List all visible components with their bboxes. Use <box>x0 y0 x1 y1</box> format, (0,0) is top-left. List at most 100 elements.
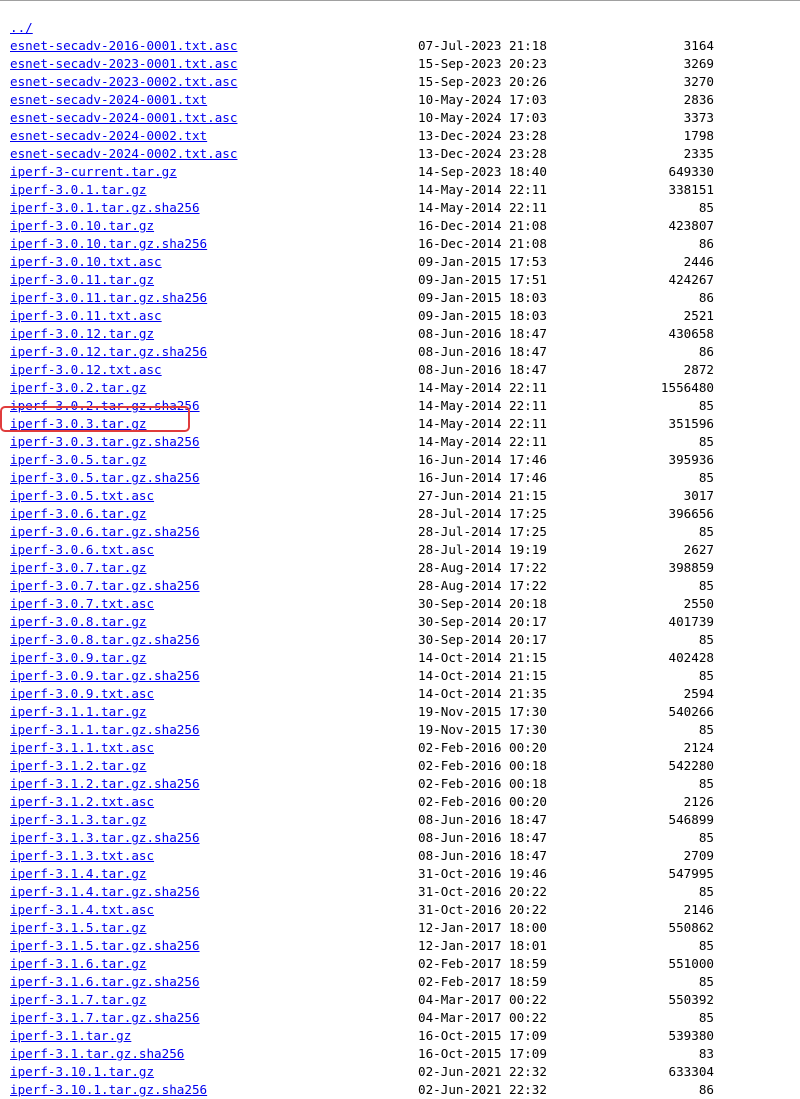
file-date: 19-Nov-2015 17:30 <box>418 722 547 737</box>
file-link[interactable]: iperf-3.0.2.tar.gz <box>10 379 146 397</box>
file-date: 28-Jul-2014 17:25 <box>418 506 547 521</box>
file-size: 550862 <box>668 920 715 935</box>
file-link[interactable]: iperf-3.1.3.txt.asc <box>10 847 154 865</box>
file-link[interactable]: iperf-3.0.3.tar.gz.sha256 <box>10 433 200 451</box>
file-link[interactable]: iperf-3.1.1.tar.gz.sha256 <box>10 721 200 739</box>
file-link[interactable]: iperf-3.1.tar.gz.sha256 <box>10 1045 184 1063</box>
file-link[interactable]: iperf-3.0.1.tar.gz.sha256 <box>10 199 200 217</box>
file-link[interactable]: iperf-3.0.12.tar.gz <box>10 325 154 343</box>
file-date: 08-Jun-2016 18:47 <box>418 362 547 377</box>
file-link[interactable]: iperf-3.0.11.tar.gz.sha256 <box>10 289 207 307</box>
file-link[interactable]: iperf-3.0.7.tar.gz.sha256 <box>10 577 200 595</box>
file-link[interactable]: esnet-secadv-2024-0002.txt <box>10 127 207 145</box>
file-link[interactable]: iperf-3.10.1.tar.gz <box>10 1063 154 1081</box>
file-row: iperf-3.0.6.tar.gz.sha256 28-Jul-2014 17:… <box>10 523 800 541</box>
file-link[interactable]: iperf-3.0.8.tar.gz <box>10 613 146 631</box>
file-link[interactable]: iperf-3.1.3.tar.gz.sha256 <box>10 829 200 847</box>
file-link[interactable]: iperf-3.1.3.tar.gz <box>10 811 146 829</box>
file-date: 02-Feb-2017 18:59 <box>418 974 547 989</box>
file-link[interactable]: iperf-3.1.tar.gz <box>10 1027 131 1045</box>
file-link[interactable]: iperf-3.0.6.tar.gz <box>10 505 146 523</box>
file-link[interactable]: iperf-3.0.10.tar.gz.sha256 <box>10 235 207 253</box>
file-link[interactable]: iperf-3.10.1.tar.gz.sha256 <box>10 1081 207 1099</box>
file-link[interactable]: esnet-secadv-2023-0002.txt.asc <box>10 73 237 91</box>
file-link[interactable]: iperf-3.1.1.tar.gz <box>10 703 146 721</box>
file-link[interactable]: iperf-3.0.12.txt.asc <box>10 361 162 379</box>
file-size: 1798 <box>683 128 714 143</box>
file-link[interactable]: esnet-secadv-2023-0001.txt.asc <box>10 55 237 73</box>
file-link[interactable]: iperf-3.0.8.tar.gz.sha256 <box>10 631 200 649</box>
parent-directory-row: ../ <box>10 19 800 37</box>
file-link[interactable]: iperf-3.1.5.tar.gz.sha256 <box>10 937 200 955</box>
file-size: 85 <box>698 668 714 683</box>
file-link[interactable]: iperf-3.0.5.txt.asc <box>10 487 154 505</box>
file-row: esnet-secadv-2024-0002.txt.asc 13-Dec-202… <box>10 145 800 163</box>
file-link[interactable]: iperf-3.1.2.txt.asc <box>10 793 154 811</box>
file-row: iperf-3.0.11.txt.asc 09-Jan-2015 18:03 252… <box>10 307 800 325</box>
file-link[interactable]: esnet-secadv-2016-0001.txt.asc <box>10 37 237 55</box>
file-date: 14-Oct-2014 21:35 <box>418 686 547 701</box>
file-size: 85 <box>698 434 714 449</box>
file-link[interactable]: iperf-3.1.4.tar.gz <box>10 865 146 883</box>
file-link[interactable]: iperf-3.0.9.tar.gz <box>10 649 146 667</box>
file-date: 28-Jul-2014 19:19 <box>418 542 547 557</box>
file-link[interactable]: esnet-secadv-2024-0001.txt.asc <box>10 109 237 127</box>
file-date: 02-Feb-2016 00:18 <box>418 758 547 773</box>
file-link[interactable]: iperf-3.0.6.tar.gz.sha256 <box>10 523 200 541</box>
file-link[interactable]: iperf-3.0.9.tar.gz.sha256 <box>10 667 200 685</box>
file-link[interactable]: iperf-3.0.10.txt.asc <box>10 253 162 271</box>
file-link[interactable]: iperf-3.1.4.txt.asc <box>10 901 154 919</box>
file-date: 08-Jun-2016 18:47 <box>418 326 547 341</box>
file-link[interactable]: iperf-3.1.4.tar.gz.sha256 <box>10 883 200 901</box>
file-link[interactable]: iperf-3.0.6.txt.asc <box>10 541 154 559</box>
parent-directory-link[interactable]: ../ <box>10 19 33 37</box>
file-link[interactable]: iperf-3.0.1.tar.gz <box>10 181 146 199</box>
file-link[interactable]: iperf-3.1.1.txt.asc <box>10 739 154 757</box>
file-link[interactable]: iperf-3.1.2.tar.gz.sha256 <box>10 775 200 793</box>
file-date: 13-Dec-2024 23:28 <box>418 146 547 161</box>
file-size: 430658 <box>668 326 715 341</box>
file-link[interactable]: iperf-3.1.5.tar.gz <box>10 919 146 937</box>
file-size: 338151 <box>668 182 715 197</box>
file-link[interactable]: iperf-3.0.11.tar.gz <box>10 271 154 289</box>
file-link[interactable]: iperf-3.0.9.txt.asc <box>10 685 154 703</box>
file-link[interactable]: iperf-3.1.6.tar.gz <box>10 955 146 973</box>
file-link[interactable]: iperf-3-current.tar.gz <box>10 163 177 181</box>
file-row: iperf-3.1.4.txt.asc 31-Oct-2016 20:22 2146 <box>10 901 800 919</box>
file-row: iperf-3.0.6.tar.gz 28-Jul-2014 17:25 39665… <box>10 505 800 523</box>
file-row: iperf-3.1.1.tar.gz.sha256 19-Nov-2015 17:… <box>10 721 800 739</box>
file-size: 3373 <box>683 110 714 125</box>
file-date: 08-Jun-2016 18:47 <box>418 812 547 827</box>
file-row: iperf-3.1.7.tar.gz.sha256 04-Mar-2017 00:… <box>10 1009 800 1027</box>
file-link[interactable]: iperf-3.0.10.tar.gz <box>10 217 154 235</box>
file-size: 85 <box>698 722 714 737</box>
file-row: iperf-3.10.1.tar.gz.sha256 02-Jun-2021 22… <box>10 1081 800 1099</box>
file-size: 2126 <box>683 794 714 809</box>
file-size: 85 <box>698 776 714 791</box>
file-size: 86 <box>698 344 714 359</box>
file-date: 16-Oct-2015 17:09 <box>418 1028 547 1043</box>
file-link[interactable]: iperf-3.0.7.tar.gz <box>10 559 146 577</box>
file-row: iperf-3.1.2.txt.asc 02-Feb-2016 00:20 2126 <box>10 793 800 811</box>
file-link[interactable]: iperf-3.0.5.tar.gz.sha256 <box>10 469 200 487</box>
file-row: iperf-3.1.2.tar.gz.sha256 02-Feb-2016 00:… <box>10 775 800 793</box>
file-row: iperf-3.1.4.tar.gz 31-Oct-2016 19:46 54799… <box>10 865 800 883</box>
file-link[interactable]: iperf-3.0.5.tar.gz <box>10 451 146 469</box>
file-link[interactable]: iperf-3.0.12.tar.gz.sha256 <box>10 343 207 361</box>
file-link[interactable]: iperf-3.1.6.tar.gz.sha256 <box>10 973 200 991</box>
file-date: 14-May-2014 22:11 <box>418 200 547 215</box>
file-row: iperf-3.1.7.tar.gz 04-Mar-2017 00:22 55039… <box>10 991 800 1009</box>
file-date: 30-Sep-2014 20:18 <box>418 596 547 611</box>
file-link[interactable]: esnet-secadv-2024-0001.txt <box>10 91 207 109</box>
file-date: 14-Oct-2014 21:15 <box>418 668 547 683</box>
file-row: iperf-3.0.5.txt.asc 27-Jun-2014 21:15 3017 <box>10 487 800 505</box>
file-link[interactable]: iperf-3.0.7.txt.asc <box>10 595 154 613</box>
file-link[interactable]: iperf-3.1.7.tar.gz <box>10 991 146 1009</box>
file-link[interactable]: iperf-3.0.11.txt.asc <box>10 307 162 325</box>
file-link[interactable]: esnet-secadv-2024-0002.txt.asc <box>10 145 237 163</box>
file-date: 04-Mar-2017 00:22 <box>418 1010 547 1025</box>
file-link[interactable]: iperf-3.1.2.tar.gz <box>10 757 146 775</box>
file-link[interactable]: iperf-3.1.7.tar.gz.sha256 <box>10 1009 200 1027</box>
file-row: iperf-3.0.1.tar.gz.sha256 14-May-2014 22:… <box>10 199 800 217</box>
file-row: iperf-3.0.9.txt.asc 14-Oct-2014 21:35 2594 <box>10 685 800 703</box>
